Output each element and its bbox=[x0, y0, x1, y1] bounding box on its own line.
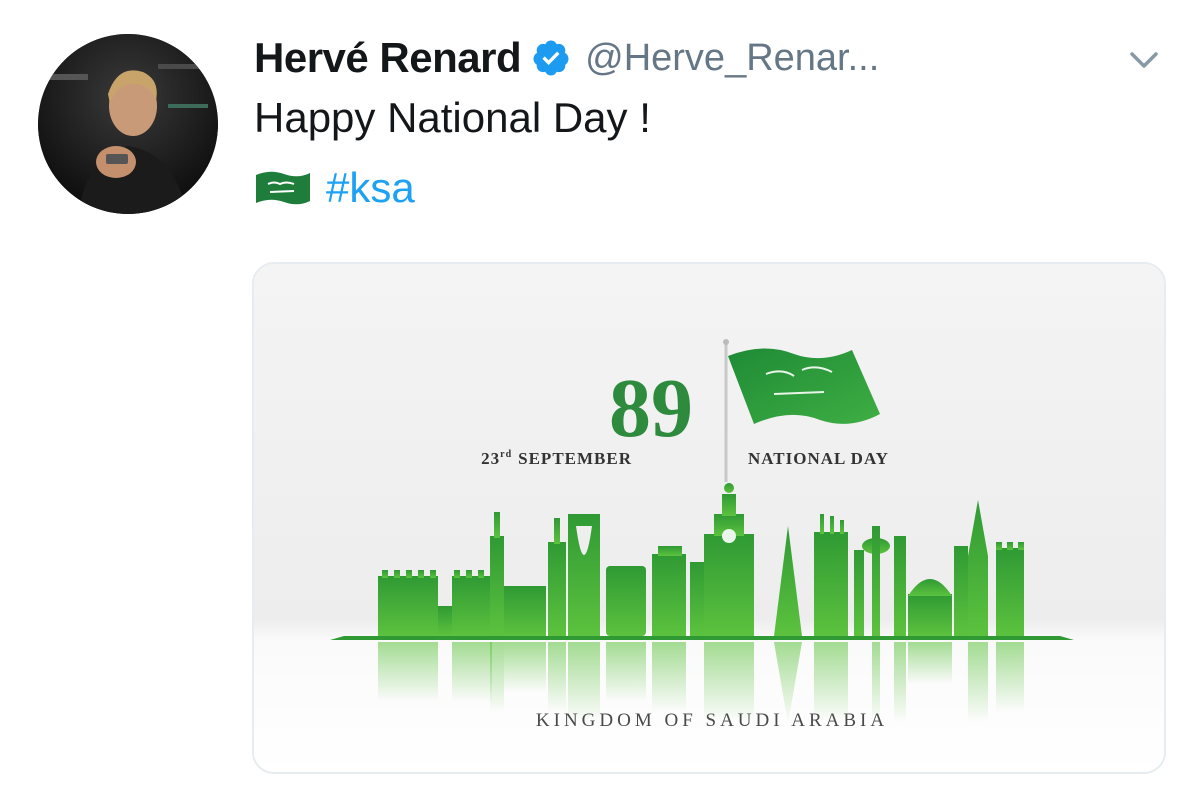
country-label: KINGDOM OF SAUDI ARABIA bbox=[536, 710, 888, 731]
author-name[interactable]: Hervé Renard bbox=[254, 34, 522, 82]
saudi-flag-icon bbox=[256, 171, 310, 205]
date-day: 23 bbox=[481, 449, 500, 468]
verified-badge-icon bbox=[533, 40, 569, 76]
media-image[interactable]: 89 23rd SEPTEMBER NATIONAL DAY KINGDOM O… bbox=[252, 262, 1166, 774]
hashtag-link[interactable]: #ksa bbox=[326, 164, 415, 212]
date-month: SEPTEMBER bbox=[518, 449, 632, 468]
avatar-photo bbox=[38, 34, 218, 214]
national-day-poster: 89 23rd SEPTEMBER NATIONAL DAY KINGDOM O… bbox=[254, 264, 1164, 772]
tweet-header: Hervé Renard @Herve_Renar... bbox=[254, 30, 879, 86]
author-handle[interactable]: @Herve_Renar... bbox=[585, 37, 879, 80]
event-label: NATIONAL DAY bbox=[748, 449, 889, 468]
date-ordinal: rd bbox=[500, 449, 512, 460]
anniversary-number: 89 bbox=[609, 362, 693, 455]
hashtag-line: #ksa bbox=[254, 160, 415, 216]
tweet-text: Happy National Day ! bbox=[254, 94, 651, 141]
avatar[interactable] bbox=[38, 34, 218, 214]
chevron-down-icon[interactable] bbox=[1124, 40, 1164, 80]
